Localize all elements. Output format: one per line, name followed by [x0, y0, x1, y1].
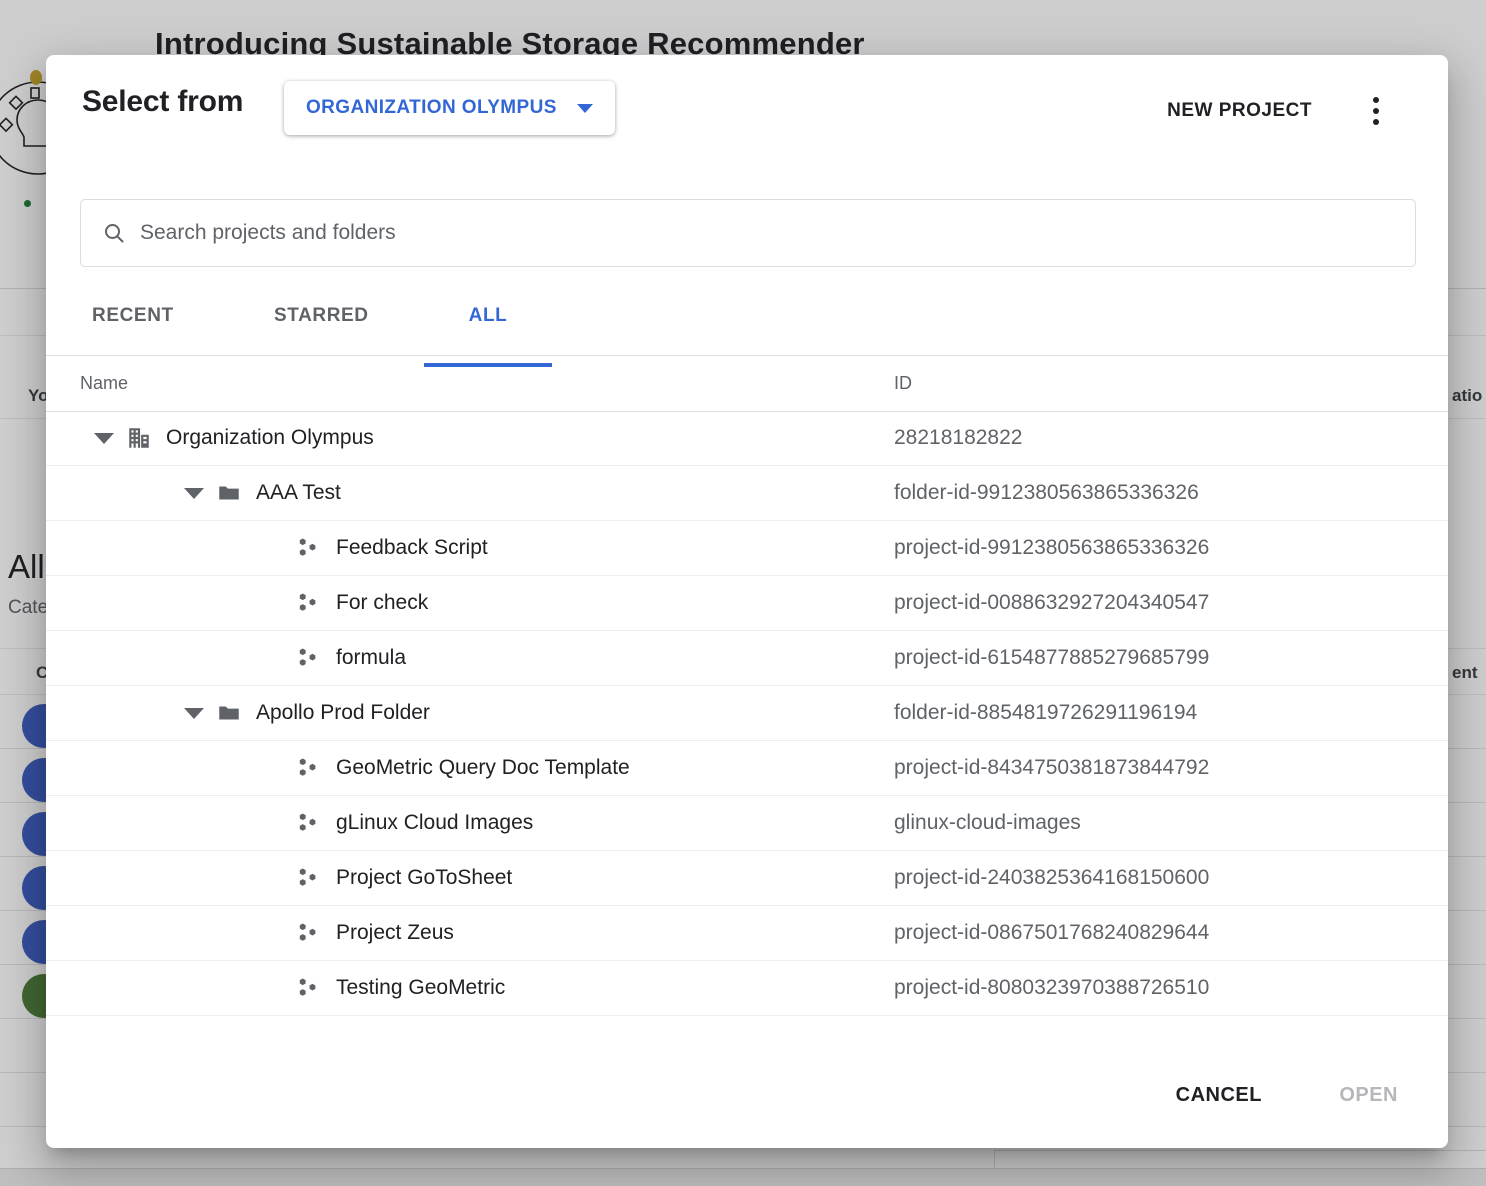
table-row-name-label: Project GoToSheet	[336, 866, 512, 890]
table-row-name-label: formula	[336, 646, 406, 670]
table-row[interactable]: Project Zeus project-id-08675017682408296…	[46, 906, 1448, 961]
table-row-name-label: Feedback Script	[336, 536, 488, 560]
table-cell-name: AAA Test	[46, 466, 341, 520]
table-row[interactable]: Project GoToSheet project-id-240382536416…	[46, 851, 1448, 906]
search-field[interactable]	[80, 199, 1416, 267]
tab-starred-label: STARRED	[274, 305, 369, 327]
table-row[interactable]: AAA Test folder-id-9912380563865336326	[46, 466, 1448, 521]
table-row[interactable]: Testing GeoMetric project-id-808032397038…	[46, 961, 1448, 1016]
table-row[interactable]: gLinux Cloud Images glinux-cloud-images	[46, 796, 1448, 851]
table-row-name-label: AAA Test	[256, 481, 341, 505]
project-icon	[296, 535, 322, 561]
table-row-id-label: project-id-0867501768240829644	[894, 906, 1209, 960]
project-icon	[296, 865, 322, 891]
table-row-id-label: project-id-8434750381873844792	[894, 741, 1209, 795]
table-row[interactable]: Organization Olympus 28218182822	[46, 411, 1448, 466]
tab-bar: RECENT STARRED ALL	[46, 293, 1448, 356]
table-row-id-label: folder-id-9912380563865336326	[894, 466, 1199, 520]
table-row[interactable]: Feedback Script project-id-99123805638653…	[46, 521, 1448, 576]
table-row-name-label: Project Zeus	[336, 921, 454, 945]
table-row-id-label: glinux-cloud-images	[894, 796, 1081, 850]
cancel-button[interactable]: CANCEL	[1162, 1072, 1276, 1119]
chevron-down-icon	[577, 104, 593, 113]
table-header: Name ID	[46, 355, 1448, 412]
table-row-name-label: GeoMetric Query Doc Template	[336, 756, 630, 780]
caret-down-icon[interactable]	[184, 488, 204, 499]
folder-icon	[216, 700, 242, 726]
column-header-name: Name	[80, 373, 128, 394]
table-row-id-label: project-id-9912380563865336326	[894, 521, 1209, 575]
project-icon	[296, 590, 322, 616]
table-cell-name: Apollo Prod Folder	[46, 686, 430, 740]
organization-selector-label: ORGANIZATION OLYMPUS	[306, 97, 557, 119]
column-header-id: ID	[894, 373, 912, 394]
project-icon	[296, 645, 322, 671]
caret-down-icon[interactable]	[184, 708, 204, 719]
more-vert-icon[interactable]	[1358, 91, 1394, 131]
table-row-id-label: folder-id-8854819726291196194	[894, 686, 1197, 740]
project-picker-dialog: Select from ORGANIZATION OLYMPUS NEW PRO…	[46, 55, 1448, 1148]
table-row-id-label: project-id-2403825364168150600	[894, 851, 1209, 905]
project-icon	[296, 920, 322, 946]
table-row-name-label: gLinux Cloud Images	[336, 811, 533, 835]
table-row[interactable]: formula project-id-6154877885279685799	[46, 631, 1448, 686]
table-row-id-label: project-id-8080323970388726510	[894, 961, 1209, 1015]
search-icon	[102, 221, 126, 245]
resource-table-body: Organization Olympus 28218182822 AAA Test f…	[46, 411, 1448, 1016]
project-icon	[296, 755, 322, 781]
project-icon	[296, 810, 322, 836]
table-row-id-label: project-id-0088632927204340547	[894, 576, 1209, 630]
organization-icon	[126, 425, 152, 451]
table-cell-name: GeoMetric Query Doc Template	[46, 741, 630, 795]
search-input[interactable]	[126, 199, 1415, 267]
tab-all-label: ALL	[469, 305, 508, 327]
table-cell-name: Feedback Script	[46, 521, 488, 575]
table-row[interactable]: For check project-id-0088632927204340547	[46, 576, 1448, 631]
caret-down-icon[interactable]	[94, 433, 114, 444]
table-cell-name: formula	[46, 631, 406, 685]
table-row-id-label: 28218182822	[894, 411, 1022, 465]
table-cell-name: Organization Olympus	[46, 411, 374, 465]
tab-recent-label: RECENT	[92, 305, 174, 327]
table-cell-name: Project GoToSheet	[46, 851, 512, 905]
dialog-header: Select from ORGANIZATION OLYMPUS NEW PRO…	[46, 55, 1448, 167]
organization-selector-button[interactable]: ORGANIZATION OLYMPUS	[284, 81, 615, 135]
table-cell-name: Testing GeoMetric	[46, 961, 505, 1015]
table-row-id-label: project-id-6154877885279685799	[894, 631, 1209, 685]
table-row[interactable]: Apollo Prod Folder folder-id-885481972629…	[46, 686, 1448, 741]
table-row-name-label: Organization Olympus	[166, 426, 374, 450]
project-icon	[296, 975, 322, 1001]
table-row-name-label: Testing GeoMetric	[336, 976, 505, 1000]
table-row[interactable]: GeoMetric Query Doc Template project-id-8…	[46, 741, 1448, 796]
new-project-button[interactable]: NEW PROJECT	[1159, 94, 1320, 128]
table-row-name-label: For check	[336, 591, 428, 615]
dialog-footer: CANCEL OPEN	[46, 1056, 1448, 1148]
table-cell-name: Project Zeus	[46, 906, 454, 960]
folder-icon	[216, 480, 242, 506]
table-cell-name: gLinux Cloud Images	[46, 796, 533, 850]
table-row-name-label: Apollo Prod Folder	[256, 701, 430, 725]
dialog-title: Select from	[82, 85, 243, 119]
table-cell-name: For check	[46, 576, 428, 630]
open-button: OPEN	[1325, 1072, 1412, 1119]
